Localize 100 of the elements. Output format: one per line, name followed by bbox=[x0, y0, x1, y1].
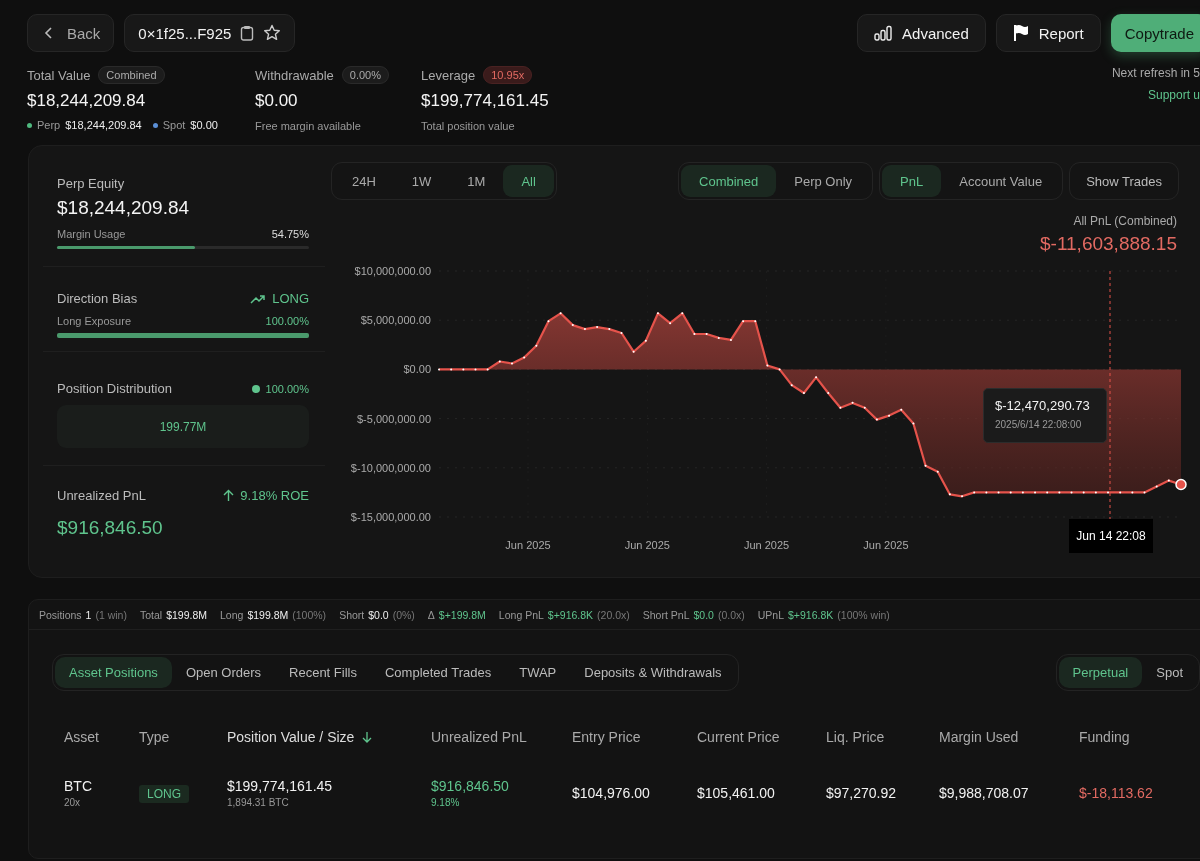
market-tab[interactable]: Perpetual bbox=[1058, 657, 1143, 688]
report-button[interactable]: Report bbox=[995, 14, 1101, 52]
summary-note: (20.0x) bbox=[597, 608, 630, 621]
column-header: Current Price bbox=[697, 729, 780, 745]
summary-value: $0.0 bbox=[693, 608, 714, 621]
show-trades-button[interactable]: Show Trades bbox=[1069, 162, 1179, 200]
pnl-value: $916,846.50 bbox=[431, 778, 510, 794]
stat-badge: 10.95x bbox=[483, 66, 533, 84]
stat-badge: 0.00% bbox=[341, 66, 389, 84]
bar-chart-icon bbox=[874, 25, 893, 41]
direction-value: LONG bbox=[272, 291, 309, 306]
column-header: Type bbox=[139, 729, 170, 745]
positions-tab[interactable]: Open Orders bbox=[171, 657, 276, 688]
distribution-amount: 199.77M bbox=[159, 419, 207, 434]
stat-note: Free margin available bbox=[255, 120, 362, 132]
summary-value: $0.0 bbox=[368, 608, 389, 621]
axis-label: $-5,000,000.00 bbox=[357, 412, 431, 425]
copytrade-button[interactable]: Copytrade bbox=[1110, 14, 1200, 52]
summary-note: (100% win) bbox=[837, 608, 890, 621]
status-dot bbox=[251, 384, 260, 393]
stat-label: Withdrawable bbox=[255, 67, 334, 83]
column-header: Unrealized PnL bbox=[431, 729, 527, 745]
range-tab[interactable]: All bbox=[503, 165, 554, 197]
table-cell-text: $104,976.00 bbox=[572, 785, 651, 801]
summary-label: UPnL bbox=[757, 608, 785, 621]
axis-label: Jun 2025 bbox=[505, 539, 551, 551]
roe-value: 9.18% ROE bbox=[240, 488, 309, 503]
axis-label: $-10,000,000.00 bbox=[350, 461, 431, 474]
chart-caption: All PnL (Combined) bbox=[1073, 214, 1177, 228]
summary-label: Positions bbox=[39, 608, 82, 621]
trend-up-icon bbox=[250, 292, 267, 305]
summary-label: Long bbox=[220, 608, 244, 621]
support-link[interactable]: Support u bbox=[1147, 88, 1200, 102]
side-badge: LONG bbox=[139, 785, 189, 803]
perp-equity-value: $18,244,209.84 bbox=[57, 197, 191, 219]
asset-name: BTC bbox=[64, 778, 93, 794]
market-tab[interactable]: Spot bbox=[1142, 657, 1197, 688]
stat-badge: Combined bbox=[98, 66, 165, 84]
stat-note: Total position value bbox=[421, 120, 516, 132]
star-icon[interactable] bbox=[263, 24, 282, 42]
positions-tab[interactable]: Recent Fills bbox=[275, 657, 371, 688]
flag-icon bbox=[1012, 24, 1029, 42]
summary-value: $+916.8K bbox=[547, 608, 594, 621]
column-header[interactable]: Position Value / Size bbox=[227, 729, 355, 745]
advanced-button[interactable]: Advanced bbox=[857, 14, 986, 52]
axis-label: $0.00 bbox=[403, 363, 431, 376]
scope-tab[interactable]: Perp Only bbox=[776, 165, 871, 197]
refresh-timer: Next refresh in 5 bbox=[1111, 66, 1200, 80]
copy-icon[interactable] bbox=[240, 25, 255, 41]
positions-tab[interactable]: Deposits & Withdrawals bbox=[570, 657, 736, 688]
table-cell-text: $97,270.92 bbox=[826, 785, 898, 801]
positions-tab[interactable]: TWAP bbox=[505, 657, 571, 688]
position-value: $199,774,161.45 bbox=[227, 778, 334, 794]
back-button[interactable]: Back bbox=[27, 14, 115, 52]
axis-label: Jun 2025 bbox=[863, 539, 909, 551]
summary-value: $+199.8M bbox=[438, 608, 486, 621]
summary-note: (1 win) bbox=[95, 608, 127, 621]
scope-tab[interactable]: Combined bbox=[681, 165, 777, 197]
stat-value: $0.00 bbox=[255, 91, 299, 111]
meter-label: Long Exposure bbox=[57, 315, 131, 327]
positions-tab[interactable]: Completed Trades bbox=[370, 657, 506, 688]
asset-leverage: 20x bbox=[64, 797, 82, 808]
column-header: Funding bbox=[1079, 729, 1130, 745]
stat-label: Leverage bbox=[421, 67, 476, 83]
summary-note: (0.0x) bbox=[717, 608, 745, 621]
axis-label: $5,000,000.00 bbox=[360, 314, 431, 327]
wallet-address: 0×1f25...F925 bbox=[138, 24, 232, 42]
metric-tab[interactable]: Account Value bbox=[941, 165, 1061, 197]
breakdown-value: $18,244,209.84 bbox=[65, 119, 142, 131]
summary-label: Total bbox=[139, 608, 163, 621]
stat-label: Total Value bbox=[27, 67, 91, 83]
position-size: 1,894.31 BTC bbox=[227, 797, 290, 808]
breakdown-label: Perp bbox=[37, 119, 61, 131]
column-header: Liq. Price bbox=[826, 729, 885, 745]
summary-label: Short bbox=[339, 608, 365, 621]
pnl-percent: 9.18% bbox=[431, 797, 461, 808]
positions-tab[interactable]: Asset Positions bbox=[55, 657, 172, 688]
summary-label: Δ bbox=[427, 608, 435, 621]
axis-label: $10,000,000.00 bbox=[354, 265, 431, 277]
column-header: Margin Used bbox=[939, 729, 1019, 745]
range-tab[interactable]: 1W bbox=[393, 165, 450, 197]
table-cell-text: $105,461.00 bbox=[697, 785, 776, 801]
arrow-up-icon bbox=[223, 489, 235, 502]
table-cell-text: $9,988,708.07 bbox=[939, 785, 1030, 801]
summary-value: $+916.8K bbox=[788, 608, 834, 621]
summary-label: Long PnL bbox=[498, 608, 544, 621]
crosshair-label: Jun 14 22:08 bbox=[1069, 519, 1153, 553]
range-tab[interactable]: 24H bbox=[334, 165, 394, 197]
axis-label: Jun 2025 bbox=[624, 539, 670, 551]
perp-equity-label: Perp Equity bbox=[57, 176, 126, 191]
column-header: Entry Price bbox=[572, 729, 641, 745]
pnl-total: $-11,603,888.15 bbox=[1040, 233, 1177, 255]
summary-value: $199.8M bbox=[247, 608, 289, 621]
axis-label: $-15,000,000.00 bbox=[350, 511, 431, 523]
meter-reading: 54.75% bbox=[271, 228, 309, 240]
metric-tab[interactable]: PnL bbox=[882, 165, 942, 197]
column-header: Asset bbox=[64, 729, 99, 745]
summary-value: 1 bbox=[85, 608, 92, 621]
unrealized-pnl-value: $916,846.50 bbox=[57, 517, 164, 539]
range-tab[interactable]: 1M bbox=[449, 165, 504, 197]
